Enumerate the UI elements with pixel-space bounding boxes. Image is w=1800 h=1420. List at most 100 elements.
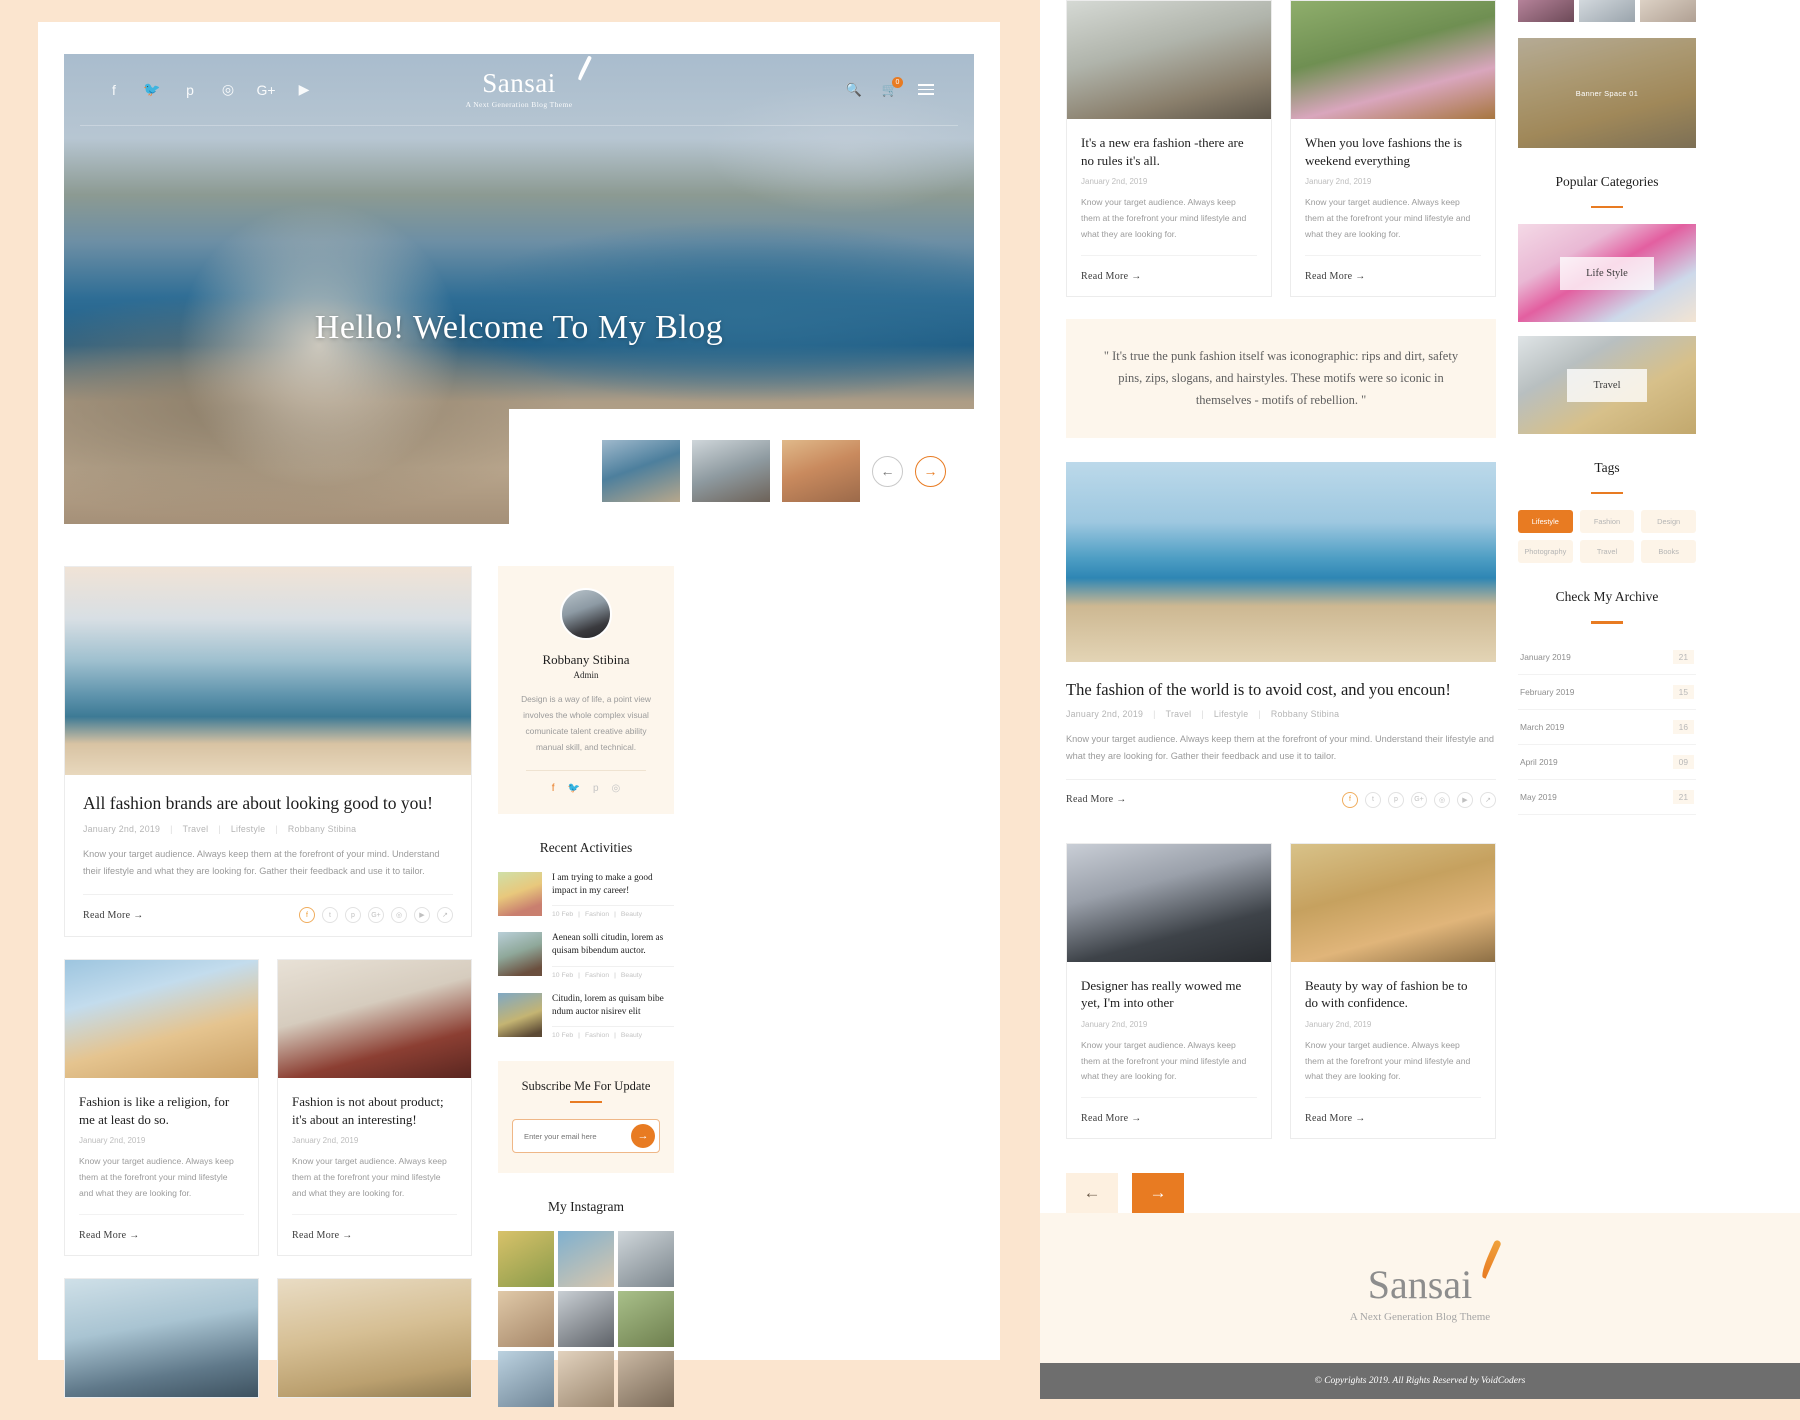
post-title[interactable]: Fashion is not about product; it's about… — [292, 1093, 457, 1128]
menu-icon[interactable] — [918, 81, 934, 99]
post-image[interactable] — [1291, 843, 1495, 962]
post-category[interactable]: Lifestyle — [1214, 709, 1249, 719]
archive-row[interactable]: May 2019 21 — [1518, 780, 1696, 815]
post-title[interactable]: When you love fashions the is weekend ev… — [1305, 134, 1481, 169]
read-more-link[interactable]: Read More → — [1066, 794, 1127, 805]
post-title[interactable]: Fashion is like a religion, for me at le… — [79, 1093, 244, 1128]
post-author[interactable]: Robbany Stibina — [288, 824, 356, 834]
cart-count-badge: 0 — [892, 76, 903, 88]
half-post-row: Fashion is like a religion, for me at le… — [64, 959, 472, 1256]
instagram-thumbnail[interactable] — [498, 1231, 554, 1288]
instagram-icon[interactable]: ◎ — [612, 783, 621, 794]
twitter-icon[interactable]: 🐦 — [142, 80, 162, 100]
instagram-thumbnail[interactable] — [558, 1291, 614, 1348]
category-tile-travel[interactable]: Travel — [1518, 336, 1696, 435]
post-category[interactable]: Lifestyle — [231, 824, 266, 834]
post-title[interactable]: Beauty by way of fashion be to do with c… — [1305, 977, 1481, 1012]
youtube-icon[interactable]: ▶ — [414, 907, 430, 924]
site-logo[interactable]: Sansai A Next Generation Blog Theme — [466, 55, 592, 109]
post-title[interactable]: All fashion brands are about looking goo… — [83, 792, 453, 815]
read-more-link[interactable]: Read More → — [79, 1230, 140, 1241]
archive-row[interactable]: January 2019 21 — [1518, 640, 1696, 675]
banner-label: Banner Space 01 — [1575, 88, 1639, 98]
facebook-icon[interactable]: f — [552, 783, 555, 794]
instagram-thumbnail[interactable] — [558, 1231, 614, 1288]
category-tile-lifestyle[interactable]: Life Style — [1518, 224, 1696, 323]
post-image[interactable] — [278, 960, 471, 1079]
archive-row[interactable]: April 2019 09 — [1518, 745, 1696, 780]
search-icon[interactable]: 🔍 — [846, 82, 862, 98]
archive-row[interactable]: March 2019 16 — [1518, 710, 1696, 745]
post-image[interactable] — [65, 960, 258, 1079]
post-image[interactable] — [65, 1278, 258, 1397]
youtube-icon[interactable]: ▶ — [1457, 791, 1473, 808]
post-title[interactable]: It's a new era fashion -there are no rul… — [1081, 134, 1257, 169]
google-plus-icon[interactable]: G+ — [368, 907, 384, 924]
list-item[interactable]: Citudin, lorem as quisam bibe ndum aucto… — [498, 992, 674, 1039]
avatar — [560, 588, 612, 640]
post-category[interactable]: Travel — [1166, 709, 1192, 719]
pinterest-icon[interactable]: p — [180, 80, 200, 100]
instagram-icon[interactable]: ◎ — [1434, 791, 1450, 808]
read-more-link[interactable]: Read More → — [1081, 1113, 1142, 1124]
read-more-link[interactable]: Read More → — [1081, 271, 1142, 282]
list-item[interactable]: I am trying to make a good impact in my … — [498, 871, 674, 918]
slider-thumbnail[interactable] — [602, 440, 680, 502]
read-more-link[interactable]: Read More → — [292, 1230, 353, 1241]
archive-row[interactable]: February 2019 15 — [1518, 675, 1696, 710]
facebook-icon[interactable]: f — [299, 907, 315, 924]
email-input[interactable] — [524, 1131, 631, 1141]
pinterest-icon[interactable]: p — [1388, 791, 1404, 808]
post-image[interactable] — [1067, 1, 1271, 119]
post-image[interactable] — [1067, 843, 1271, 962]
facebook-icon[interactable]: f — [104, 80, 124, 100]
post-image[interactable] — [278, 1278, 471, 1397]
instagram-thumbnail[interactable] — [618, 1291, 674, 1348]
pagination-next-button[interactable]: → — [1132, 1173, 1184, 1214]
instagram-thumbnail[interactable] — [1518, 0, 1574, 22]
instagram-thumbnail[interactable] — [498, 1291, 554, 1348]
post-image[interactable] — [1291, 1, 1495, 119]
instagram-thumbnail[interactable] — [618, 1231, 674, 1288]
post-title[interactable]: Designer has really wowed me yet, I'm in… — [1081, 977, 1257, 1012]
heading-underline — [570, 1101, 602, 1104]
share-icon[interactable]: ↗ — [437, 907, 453, 924]
instagram-thumbnail[interactable] — [1640, 0, 1696, 22]
tag-chip[interactable]: Travel — [1579, 540, 1635, 564]
post-image[interactable] — [65, 567, 471, 775]
google-plus-icon[interactable]: G+ — [1411, 791, 1427, 808]
list-item[interactable]: Aenean solli citudin, lorem as quisam bi… — [498, 932, 674, 979]
tag-chip[interactable]: Design — [1641, 510, 1696, 534]
youtube-icon[interactable]: ▶ — [294, 80, 314, 100]
pinterest-icon[interactable]: p — [593, 783, 599, 794]
tag-chip[interactable]: Lifestyle — [1518, 510, 1573, 534]
tag-chip[interactable]: Books — [1641, 540, 1696, 564]
pinterest-icon[interactable]: p — [345, 907, 361, 924]
post-category[interactable]: Travel — [183, 824, 209, 834]
banner-space[interactable]: Banner Space 01 — [1518, 38, 1696, 148]
slider-thumbnail[interactable] — [782, 440, 860, 502]
slider-thumbnail[interactable] — [692, 440, 770, 502]
share-icon[interactable]: ↗ — [1480, 791, 1496, 808]
slider-prev-button[interactable]: ← — [872, 455, 903, 487]
instagram-thumbnail[interactable] — [1579, 0, 1635, 22]
read-more-link[interactable]: Read More → — [83, 910, 144, 921]
twitter-icon[interactable]: 🐦 — [568, 783, 580, 794]
read-more-link[interactable]: Read More → — [1305, 1113, 1366, 1124]
post-title[interactable]: The fashion of the world is to avoid cos… — [1066, 680, 1496, 700]
twitter-icon[interactable]: t — [1365, 791, 1381, 808]
twitter-icon[interactable]: t — [322, 907, 338, 924]
read-more-link[interactable]: Read More → — [1305, 271, 1366, 282]
slider-next-button[interactable]: → — [915, 455, 946, 487]
instagram-icon[interactable]: ◎ — [218, 80, 238, 100]
post-image[interactable] — [1066, 461, 1496, 662]
tag-chip[interactable]: Photography — [1518, 540, 1573, 564]
pagination-prev-button[interactable]: ← — [1066, 1173, 1118, 1214]
post-author[interactable]: Robbany Stibina — [1271, 709, 1339, 719]
instagram-icon[interactable]: ◎ — [391, 907, 407, 924]
google-plus-icon[interactable]: G+ — [256, 80, 276, 100]
tag-chip[interactable]: Fashion — [1579, 510, 1635, 534]
cart-icon[interactable]: 🛒 0 — [882, 76, 903, 98]
facebook-icon[interactable]: f — [1342, 791, 1358, 808]
arrow-right-icon[interactable]: → — [631, 1124, 655, 1149]
